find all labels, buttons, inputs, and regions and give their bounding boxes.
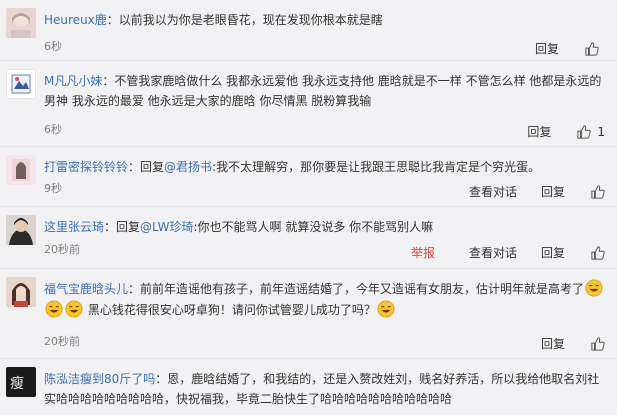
like-button[interactable]	[591, 245, 605, 260]
comment-body: M凡凡小妹：不管我家鹿晗做什么 我都永远爱他 我永远支持他 鹿晗就是不一样 不管…	[44, 71, 607, 111]
thumbs-up-icon	[591, 336, 605, 351]
laughing-emoji-icon	[585, 279, 603, 297]
comment-body: 打雷密探铃铃铃：回复@君扬书:我不太理解穷，那你要是让我跟王思聪比我肯定是个穷光…	[44, 157, 607, 177]
commenter-name[interactable]: M凡凡小妹	[44, 74, 102, 88]
comment-actions: 回复	[517, 335, 605, 352]
avatar[interactable]: 瘦	[6, 367, 36, 397]
laughing-emoji-icon	[65, 300, 83, 318]
reply-prefix: ：回复	[104, 220, 141, 234]
reply-button[interactable]: 回复	[541, 183, 565, 200]
reply-button[interactable]: 回复	[527, 123, 551, 140]
mention-link[interactable]: @LW珍琦	[140, 220, 193, 234]
comment-text: :我不太理解穷，那你要是让我跟王思聪比我肯定是个穷光蛋。	[212, 160, 541, 174]
comment-body: 这里张云琦：回复@LW珍琦:你也不能骂人啊 就算没说多 你不能骂别人嘛	[44, 217, 607, 237]
comment-item: M凡凡小妹：不管我家鹿晗做什么 我都永远爱他 我永远支持他 鹿晗就是不一样 不管…	[0, 61, 617, 147]
commenter-name[interactable]: 这里张云琦	[44, 220, 104, 234]
commenter-name[interactable]: 打雷密探铃铃铃	[44, 160, 128, 174]
laughing-emoji-icon	[377, 300, 395, 318]
view-conversation-link[interactable]: 查看对话	[469, 183, 517, 200]
comment-actions: 查看对话 回复	[445, 183, 605, 200]
laughing-emoji-icon	[45, 300, 63, 318]
avatar[interactable]	[6, 8, 36, 38]
svg-text:瘦: 瘦	[10, 375, 24, 392]
comment-body: Heureux鹿：以前我以为你是老眼昏花，现在发现你根本就是瞎	[44, 10, 607, 30]
avatar[interactable]	[6, 277, 36, 307]
view-conversation-link[interactable]: 查看对话	[469, 244, 517, 261]
commenter-name[interactable]: 福气宝鹿晗头儿	[44, 282, 128, 296]
thumbs-up-icon	[591, 184, 605, 199]
thumbs-up-icon	[577, 124, 592, 139]
comment-time: 20秒前	[44, 243, 80, 256]
commenter-name[interactable]: Heureux鹿	[44, 13, 107, 27]
comment-item: 福气宝鹿晗头儿：前前年造谣他有孩子，前年造谣结婚了，今年又造谣有女朋友，估计明年…	[0, 269, 617, 359]
avatar[interactable]	[6, 69, 36, 99]
comment-actions: 举报 查看对话 回复	[411, 244, 605, 261]
comment-time: 20秒前	[44, 335, 80, 348]
comment-time: 6秒	[44, 123, 62, 136]
comment-actions: 回复 1	[503, 123, 605, 140]
comment-item: 这里张云琦：回复@LW珍琦:你也不能骂人啊 就算没说多 你不能骂别人嘛 20秒前…	[0, 207, 617, 269]
avatar[interactable]	[6, 215, 36, 245]
thumbs-up-icon	[585, 41, 599, 56]
comment-list: Heureux鹿：以前我以为你是老眼昏花，现在发现你根本就是瞎 6秒 回复 M凡…	[0, 0, 617, 415]
comment-body: 陈泓洁瘦到80斤了吗：恩，鹿晗结婚了，和我结的，还是入赘改姓刘，贱名好养活，所以…	[44, 369, 607, 409]
like-button[interactable]: 1	[577, 125, 605, 139]
mention-link[interactable]: @君扬书	[164, 160, 212, 174]
comment-actions: 回复	[511, 40, 605, 57]
comment-text: ：前前年造谣他有孩子，前年造谣结婚了，今年又造谣有女朋友，估计明年就是高考了	[128, 282, 585, 296]
comment-text-continued: 黑心钱花得很安心呀卓狗！请问你试管婴儿成功了吗？	[84, 303, 376, 317]
reply-button[interactable]: 回复	[535, 40, 559, 57]
reply-prefix: ：回复	[128, 160, 165, 174]
like-button[interactable]	[585, 41, 605, 56]
reply-button[interactable]: 回复	[541, 244, 565, 261]
comment-body: 福气宝鹿晗头儿：前前年造谣他有孩子，前年造谣结婚了，今年又造谣有女朋友，估计明年…	[44, 279, 607, 321]
comment-text: ：不管我家鹿晗做什么 我都永远爱他 我永远支持他 鹿晗就是不一样 不管怎么样 他…	[44, 74, 602, 108]
comment-item: 瘦 陈泓洁瘦到80斤了吗：恩，鹿晗结婚了，和我结的，还是入赘改姓刘，贱名好养活，…	[0, 359, 617, 415]
report-link[interactable]: 举报	[411, 244, 435, 261]
like-count: 1	[597, 124, 605, 139]
comment-text: :你也不能骂人啊 就算没说多 你不能骂别人嘛	[193, 220, 434, 234]
comment-item: Heureux鹿：以前我以为你是老眼昏花，现在发现你根本就是瞎 6秒 回复	[0, 0, 617, 61]
thumbs-up-icon	[591, 245, 605, 260]
comment-item: 打雷密探铃铃铃：回复@君扬书:我不太理解穷，那你要是让我跟王思聪比我肯定是个穷光…	[0, 147, 617, 207]
like-button[interactable]	[591, 336, 605, 351]
comment-text: ：以前我以为你是老眼昏花，现在发现你根本就是瞎	[106, 13, 383, 27]
comment-time: 9秒	[44, 182, 62, 195]
comment-time: 6秒	[44, 40, 62, 53]
commenter-name[interactable]: 陈泓洁瘦到80斤了吗	[44, 372, 155, 386]
reply-button[interactable]: 回复	[541, 335, 565, 352]
like-button[interactable]	[591, 184, 605, 199]
avatar[interactable]	[6, 155, 36, 185]
